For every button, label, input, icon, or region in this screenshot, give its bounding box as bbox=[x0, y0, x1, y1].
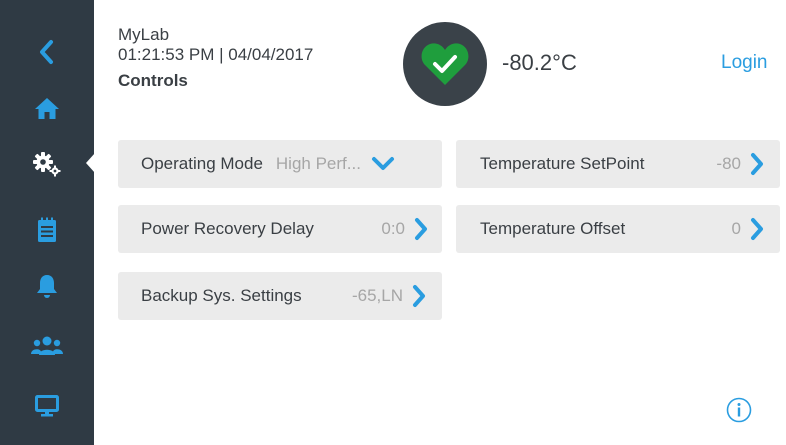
temperature-setpoint-tile[interactable]: Temperature SetPoint -80 bbox=[456, 140, 780, 188]
chevron-right-icon bbox=[414, 217, 428, 241]
operating-mode-value: High Perf... bbox=[275, 154, 361, 173]
temperature-offset-value: 0 bbox=[731, 219, 741, 238]
temperature-setpoint-label: Temperature SetPoint bbox=[480, 154, 645, 173]
back-button[interactable] bbox=[0, 28, 94, 76]
bell-icon bbox=[37, 275, 57, 298]
backup-sys-settings-label: Backup Sys. Settings bbox=[141, 286, 302, 305]
device-name: MyLab bbox=[118, 25, 170, 44]
active-indicator bbox=[86, 153, 95, 173]
temperature-offset-tile[interactable]: Temperature Offset 0 bbox=[456, 205, 780, 253]
chevron-down-icon bbox=[371, 156, 395, 172]
current-temperature: -80.2°C bbox=[502, 50, 577, 75]
clipboard-icon bbox=[38, 217, 56, 242]
power-recovery-delay-label: Power Recovery Delay bbox=[141, 219, 314, 238]
sidebar-item-display[interactable] bbox=[0, 382, 94, 430]
login-link[interactable]: Login bbox=[721, 52, 768, 74]
power-recovery-delay-value: 0:0 bbox=[381, 219, 405, 238]
users-icon bbox=[31, 336, 63, 355]
sidebar-item-users[interactable] bbox=[0, 322, 94, 370]
operating-mode-label: Operating Mode bbox=[141, 154, 263, 173]
sidebar bbox=[0, 0, 95, 445]
heart-check-icon bbox=[421, 43, 469, 85]
backup-sys-settings-value: -65,LN bbox=[351, 286, 403, 305]
sidebar-item-controls[interactable] bbox=[0, 140, 94, 188]
sidebar-item-clipboard[interactable] bbox=[0, 206, 94, 254]
sidebar-item-alarms[interactable] bbox=[0, 262, 94, 310]
chevron-right-icon bbox=[412, 284, 426, 308]
monitor-icon bbox=[35, 395, 59, 417]
sidebar-item-home[interactable] bbox=[0, 84, 94, 132]
operating-mode-tile[interactable]: Operating Mode High Perf... bbox=[118, 140, 442, 188]
chevron-right-icon bbox=[750, 152, 764, 176]
temperature-offset-label: Temperature Offset bbox=[480, 219, 626, 238]
chevron-right-icon bbox=[750, 217, 764, 241]
status-indicator bbox=[403, 22, 487, 106]
back-chevron-icon bbox=[40, 40, 53, 64]
backup-sys-settings-tile[interactable]: Backup Sys. Settings -65,LN bbox=[118, 272, 442, 320]
page-title: Controls bbox=[118, 71, 188, 90]
power-recovery-delay-tile[interactable]: Power Recovery Delay 0:0 bbox=[118, 205, 442, 253]
gear-icon bbox=[33, 152, 61, 177]
info-icon[interactable] bbox=[726, 397, 752, 423]
date-time: 01:21:53 PM | 04/04/2017 bbox=[118, 45, 314, 64]
home-icon bbox=[35, 98, 59, 119]
temperature-setpoint-value: -80 bbox=[716, 154, 741, 173]
